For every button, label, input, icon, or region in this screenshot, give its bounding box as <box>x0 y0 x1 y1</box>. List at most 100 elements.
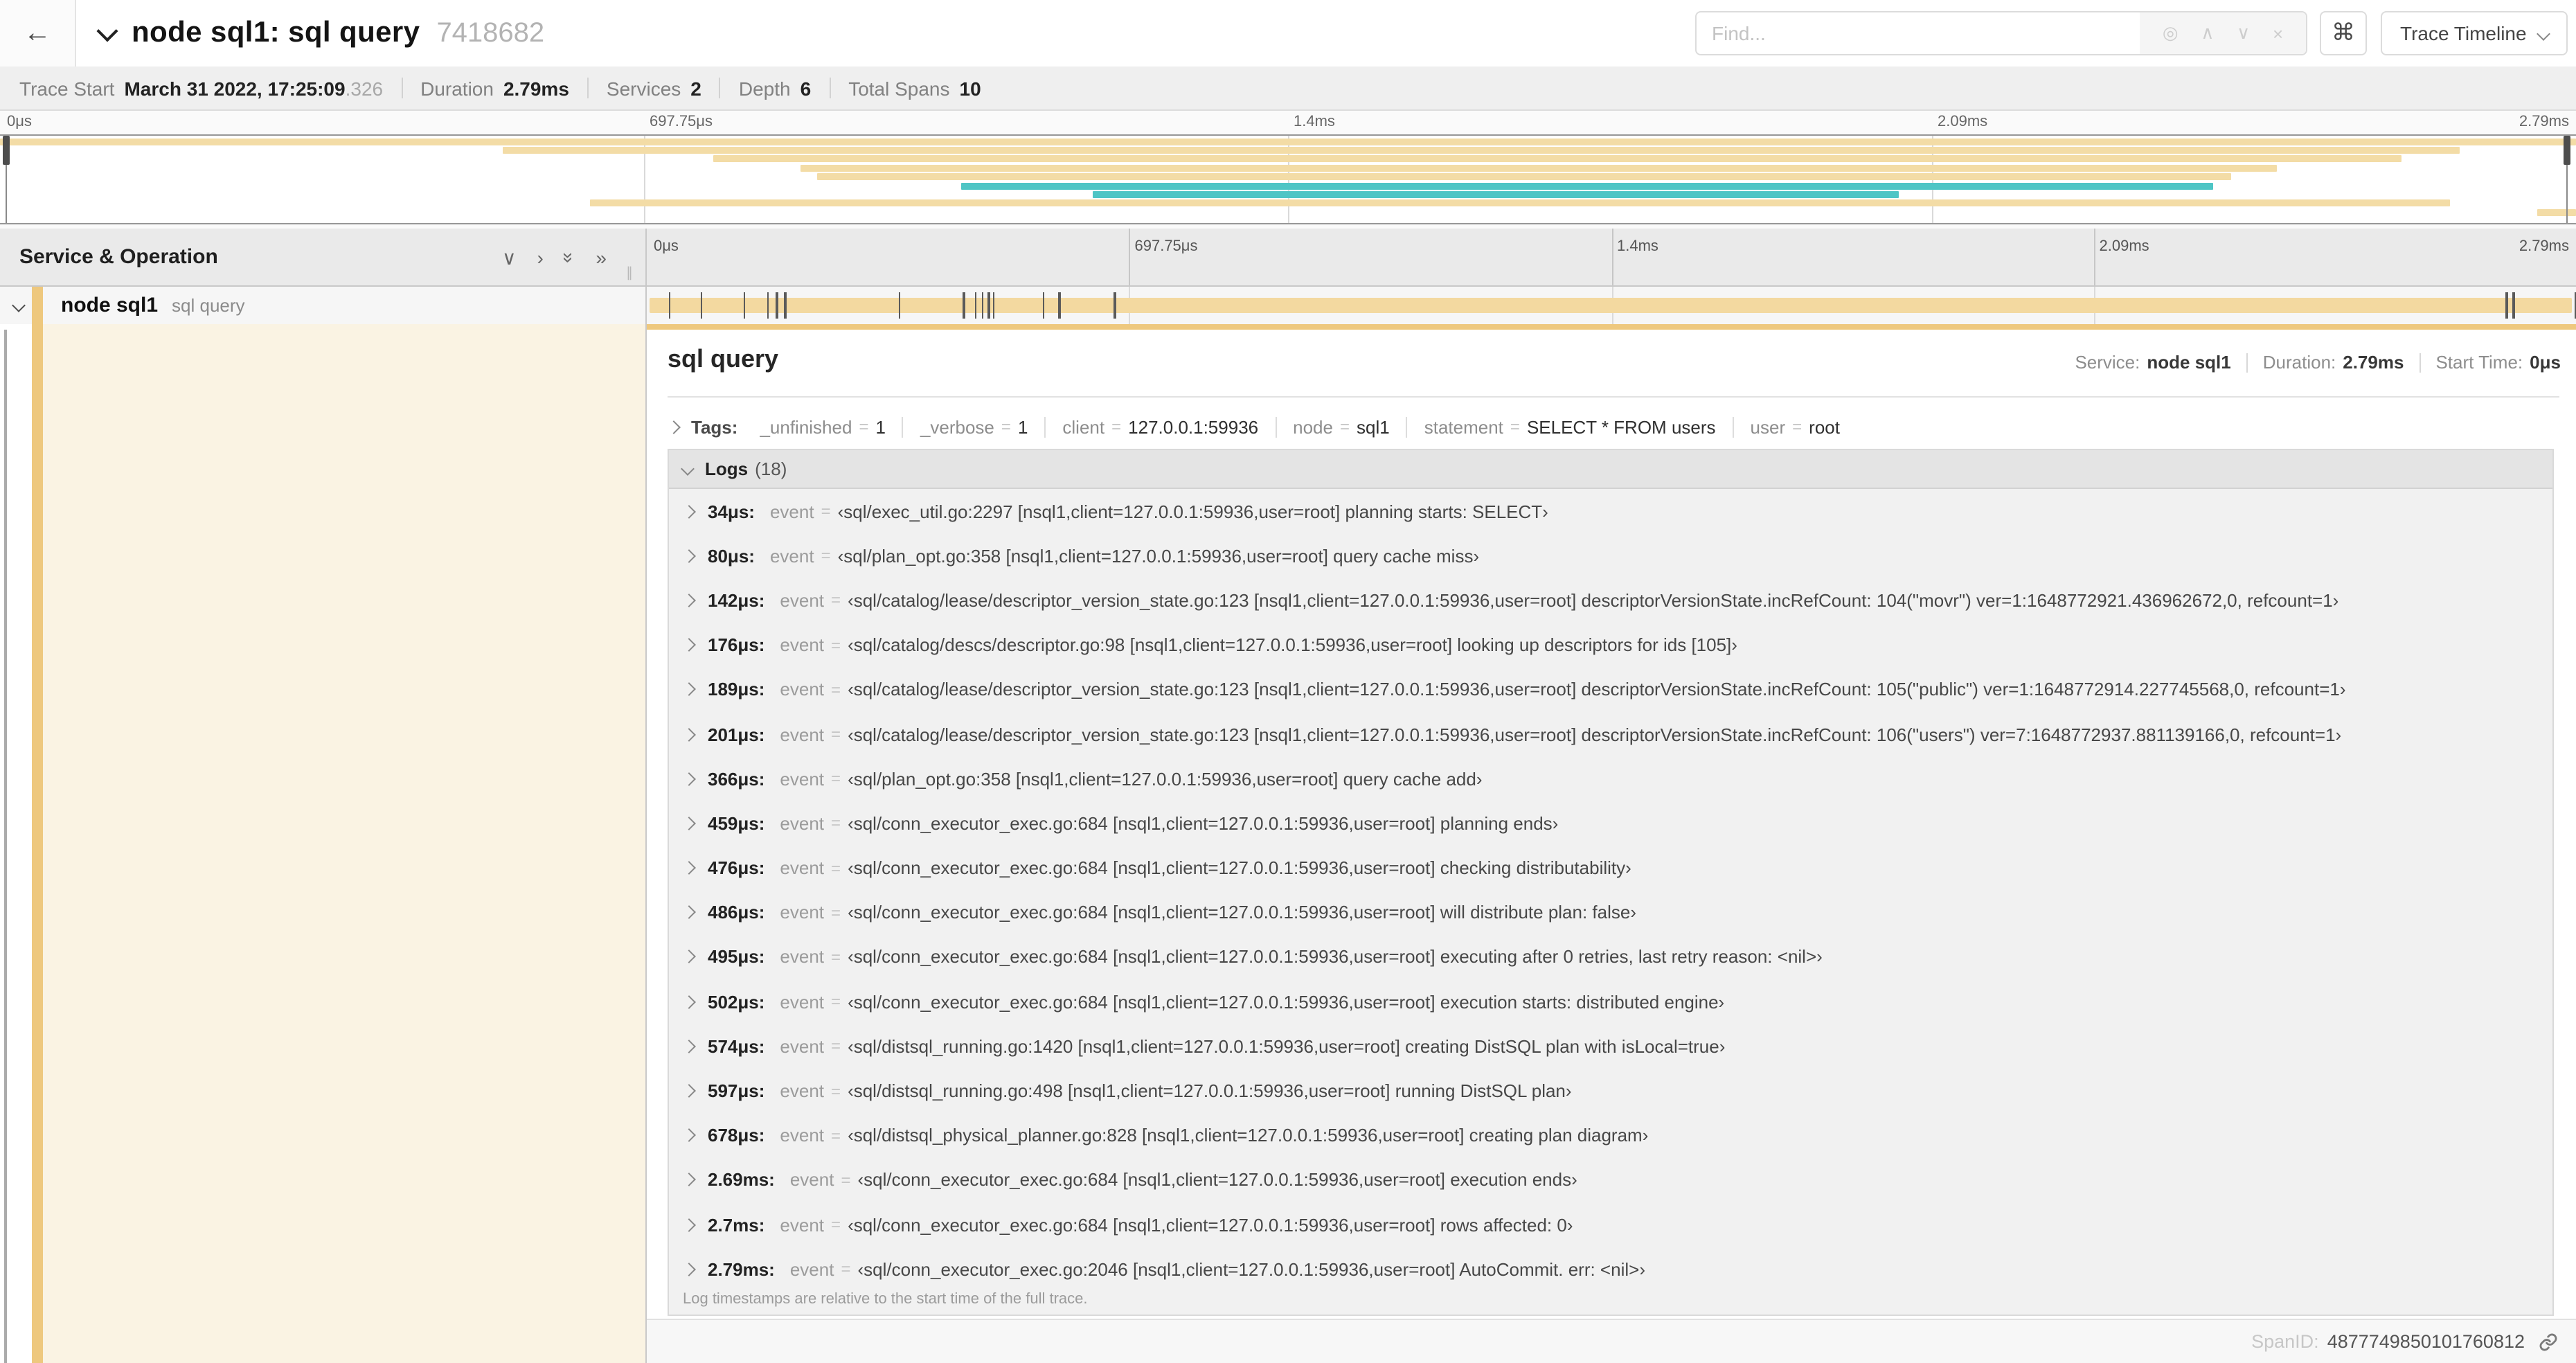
column-resizer-handle[interactable]: ∥ <box>626 266 633 281</box>
span-bar-track[interactable] <box>647 287 2576 324</box>
expand-one-icon[interactable]: › <box>537 247 543 267</box>
minimap-axis-label: 697.75μs <box>650 114 713 130</box>
log-row[interactable]: 2.69ms: event = ‹sql/conn_executor_exec.go:… <box>669 1158 2552 1202</box>
span-row-name-cell[interactable]: node sql1 sql query <box>0 287 647 324</box>
meta-label: Duration: <box>2262 352 2336 373</box>
log-marker[interactable] <box>1113 292 1116 319</box>
log-field-value: ‹sql/catalog/lease/descriptor_version_st… <box>848 724 2342 745</box>
log-row[interactable]: 189μs: event = ‹sql/catalog/lease/descripto… <box>669 668 2552 712</box>
log-row[interactable]: 597μs: event = ‹sql/distsql_running.go:498 … <box>669 1069 2552 1113</box>
jaeger-trace-timeline-page: ← node sql1: sql query 7418682 ◎ ∧ ∨ × ⌘… <box>0 0 2576 1363</box>
log-timestamp: 574μs: <box>708 1035 765 1057</box>
log-row[interactable]: 476μs: event = ‹sql/conn_executor_exec.go:6… <box>669 846 2552 890</box>
span-row[interactable]: node sql1 sql query <box>0 287 2576 324</box>
clear-search-icon[interactable]: × <box>2273 23 2283 44</box>
tag-equals: = <box>1111 417 1122 436</box>
chevron-right-icon <box>682 549 696 563</box>
log-row[interactable]: 201μs: event = ‹sql/catalog/lease/descripto… <box>669 712 2552 756</box>
log-field-key: event <box>780 946 825 968</box>
summary-value-fraction: .326 <box>345 77 384 99</box>
minimap-span-bar <box>0 138 2576 145</box>
back-button[interactable]: ← <box>0 0 76 66</box>
log-row[interactable]: 678μs: event = ‹sql/distsql_physical_planne… <box>669 1113 2552 1157</box>
log-marker[interactable] <box>987 292 990 319</box>
collapse-all-icon[interactable]: » <box>559 251 581 262</box>
tag-value: 127.0.0.1:59936 <box>1128 416 1259 437</box>
log-row[interactable]: 495μs: event = ‹sql/conn_executor_exec.go:6… <box>669 935 2552 979</box>
scrollbar[interactable] <box>4 330 7 1363</box>
tag-key: node <box>1293 416 1333 437</box>
log-row[interactable]: 366μs: event = ‹sql/plan_opt.go:358 [nsql1,… <box>669 756 2552 801</box>
log-marker[interactable] <box>1042 292 1045 319</box>
detail-left-gutter <box>0 324 647 1363</box>
log-marker[interactable] <box>743 292 746 319</box>
minimap-scrubber-left-grip[interactable] <box>3 136 10 165</box>
log-marker[interactable] <box>898 292 901 319</box>
collapse-one-icon[interactable]: ∨ <box>502 247 517 267</box>
trace-id: 7418682 <box>436 17 545 48</box>
log-marker[interactable] <box>992 292 995 319</box>
locate-icon[interactable]: ◎ <box>2163 22 2179 44</box>
log-timestamp: 176μs: <box>708 634 765 656</box>
chevron-right-icon <box>682 1039 696 1053</box>
chevron-right-icon <box>682 1128 696 1143</box>
log-marker[interactable] <box>963 292 965 319</box>
log-field-key: event <box>780 679 825 700</box>
tag-value: 1 <box>1017 416 1028 437</box>
tags-row[interactable]: Tags: _unfinished = 1 _verbose = 1 client = 127.0… <box>667 411 2562 442</box>
log-row[interactable]: 142μs: event = ‹sql/catalog/lease/descripto… <box>669 578 2552 623</box>
log-row[interactable]: 2.7ms: event = ‹sql/conn_executor_exec.go:6… <box>669 1202 2552 1247</box>
summary-label: Total Spans <box>848 77 950 99</box>
log-marker[interactable] <box>2512 292 2514 319</box>
logs-header[interactable]: Logs (18) <box>669 450 2552 489</box>
log-row[interactable]: 574μs: event = ‹sql/distsql_running.go:1420… <box>669 1024 2552 1069</box>
find-input[interactable] <box>1697 12 2140 54</box>
minimap-axis-label: 2.79ms <box>2519 114 2569 130</box>
meta-value: node sql1 <box>2147 352 2231 373</box>
log-row[interactable]: 459μs: event = ‹sql/conn_executor_exec.go:6… <box>669 801 2552 846</box>
expand-all-icon[interactable]: » <box>596 247 607 267</box>
log-marker[interactable] <box>1058 292 1061 319</box>
chevron-right-icon <box>682 682 696 697</box>
log-row[interactable]: 2.79ms: event = ‹sql/conn_executor_exec.go:… <box>669 1247 2552 1291</box>
log-row[interactable]: 80μs: event = ‹sql/plan_opt.go:358 [nsql1,c… <box>669 533 2552 578</box>
log-marker[interactable] <box>981 292 984 319</box>
keyboard-shortcuts-button[interactable]: ⌘ <box>2320 11 2367 55</box>
trace-collapse-chevron-icon[interactable] <box>96 19 118 42</box>
span-duration-bar[interactable] <box>650 298 2572 313</box>
log-marker[interactable] <box>974 292 977 319</box>
minimap-scrubber-right-grip[interactable] <box>2564 136 2570 165</box>
span-service-name: node sql1 <box>61 294 159 317</box>
log-row[interactable]: 502μs: event = ‹sql/conn_executor_exec.go:6… <box>669 979 2552 1024</box>
log-marker[interactable] <box>2505 292 2508 319</box>
tag-item: statement = SELECT * FROM users <box>1406 416 1733 437</box>
tag-key: user <box>1750 416 1786 437</box>
span-collapse-chevron-icon[interactable] <box>12 299 26 312</box>
next-result-icon[interactable]: ∨ <box>2237 22 2250 44</box>
minimap-canvas[interactable] <box>0 134 2576 224</box>
log-row[interactable]: 486μs: event = ‹sql/conn_executor_exec.go:6… <box>669 890 2552 934</box>
log-row[interactable]: 34μs: event = ‹sql/exec_util.go:2297 [nsql1… <box>669 489 2552 533</box>
log-field-key: event <box>780 1080 825 1102</box>
tag-equals: = <box>1339 417 1350 436</box>
axis-gridline <box>1611 229 1613 285</box>
spanid-label: SpanID: <box>2251 1331 2319 1352</box>
prev-result-icon[interactable]: ∧ <box>2201 22 2214 44</box>
log-field-value: ‹sql/conn_executor_exec.go:684 [nsql1,cl… <box>857 1169 1577 1191</box>
copy-link-icon[interactable] <box>2539 1332 2558 1351</box>
tag-key: client <box>1062 416 1105 437</box>
separator <box>2246 353 2248 372</box>
logs-label: Logs <box>705 458 749 479</box>
tag-key: _verbose <box>920 416 994 437</box>
log-marker[interactable] <box>784 292 787 319</box>
log-marker[interactable] <box>776 292 778 319</box>
log-marker[interactable] <box>668 292 671 319</box>
logs-count: (18) <box>755 458 787 479</box>
minimap-span-bar <box>1092 190 1899 198</box>
log-marker[interactable] <box>767 292 769 319</box>
trace-view-select[interactable]: Trace Timeline <box>2381 11 2568 55</box>
log-marker[interactable] <box>700 292 703 319</box>
summary-item: Duration 2.79ms <box>420 77 569 99</box>
log-field-equals: = <box>831 590 841 610</box>
log-row[interactable]: 176μs: event = ‹sql/catalog/descs/descripto… <box>669 623 2552 667</box>
